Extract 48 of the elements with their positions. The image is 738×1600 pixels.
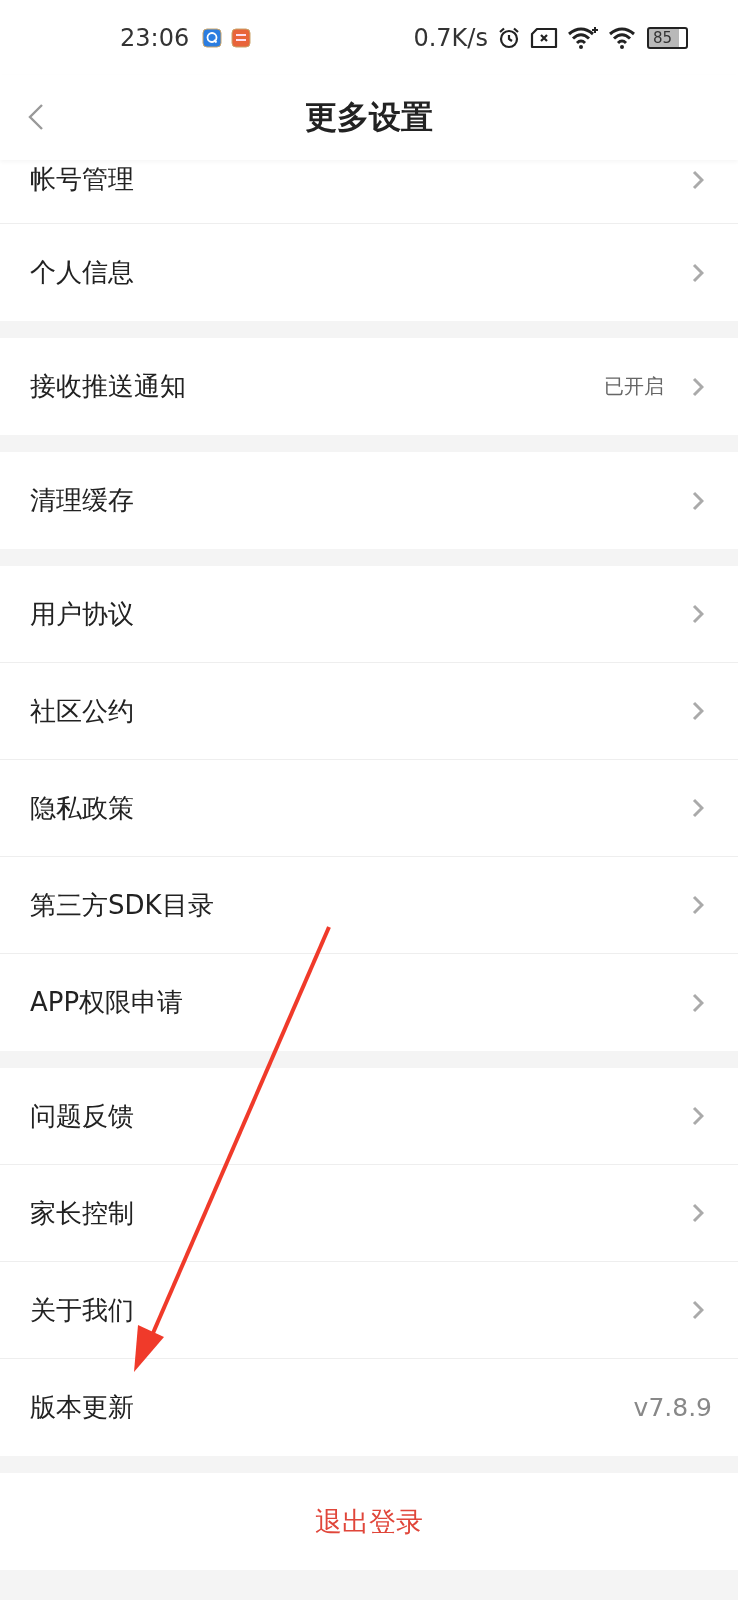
chevron-icon (692, 895, 704, 915)
item-value: 已开启 (604, 373, 664, 400)
wifi-icon (566, 25, 599, 50)
item-label: 用户协议 (30, 597, 135, 631)
network-speed: 0.7K/s (413, 23, 488, 52)
back-icon[interactable] (28, 103, 44, 131)
chevron-icon (692, 1106, 704, 1126)
chevron-icon (692, 701, 704, 721)
chevron-icon (692, 1203, 704, 1223)
chevron-icon (692, 490, 704, 511)
battery-indicator: 85 (646, 26, 688, 49)
item-value: v7.8.9 (633, 1393, 712, 1422)
settings-item[interactable]: 隐私政策 (0, 760, 738, 857)
item-label: 个人信息 (30, 256, 135, 289)
settings-item[interactable]: 家长控制 (0, 1165, 738, 1262)
page-title: 更多设置 (305, 96, 433, 138)
chevron-icon (692, 262, 704, 283)
chevron-icon (692, 169, 704, 190)
app-notification-icon (202, 27, 223, 48)
settings-item[interactable]: 问题反馈 (0, 1068, 738, 1165)
settings-item[interactable]: 版本更新 v7.8.9 (0, 1359, 738, 1456)
item-label: 关于我们 (30, 1293, 135, 1327)
item-label: 隐私政策 (30, 791, 135, 825)
settings-item[interactable]: APP权限申请 (0, 954, 738, 1051)
chevron-icon (692, 376, 704, 397)
item-label: 第三方SDK目录 (30, 888, 215, 922)
item-label: 社区公约 (30, 694, 135, 728)
app-notification-icon (231, 27, 252, 48)
chevron-icon (692, 992, 704, 1013)
settings-item[interactable]: 个人信息 (0, 224, 738, 321)
sim-card-icon (529, 26, 558, 49)
item-label: APP权限申请 (30, 986, 185, 1019)
settings-item[interactable]: 清理缓存 (0, 452, 738, 549)
settings-item[interactable]: 帐号管理 (0, 160, 738, 224)
chevron-icon (692, 1300, 704, 1320)
item-label: 帐号管理 (30, 163, 135, 196)
item-label: 接收推送通知 (30, 370, 187, 403)
status-time: 23:06 (120, 23, 190, 52)
item-label: 版本更新 (30, 1391, 135, 1424)
item-label: 清理缓存 (30, 484, 135, 517)
settings-item[interactable]: 社区公约 (0, 663, 738, 760)
settings-item[interactable]: 用户协议 (0, 566, 738, 663)
settings-item[interactable]: 接收推送通知 已开启 (0, 338, 738, 435)
item-label: 问题反馈 (30, 1099, 135, 1133)
item-label: 家长控制 (30, 1196, 135, 1230)
chevron-icon (692, 798, 704, 818)
chevron-icon (692, 604, 704, 624)
settings-item[interactable]: 第三方SDK目录 (0, 857, 738, 954)
